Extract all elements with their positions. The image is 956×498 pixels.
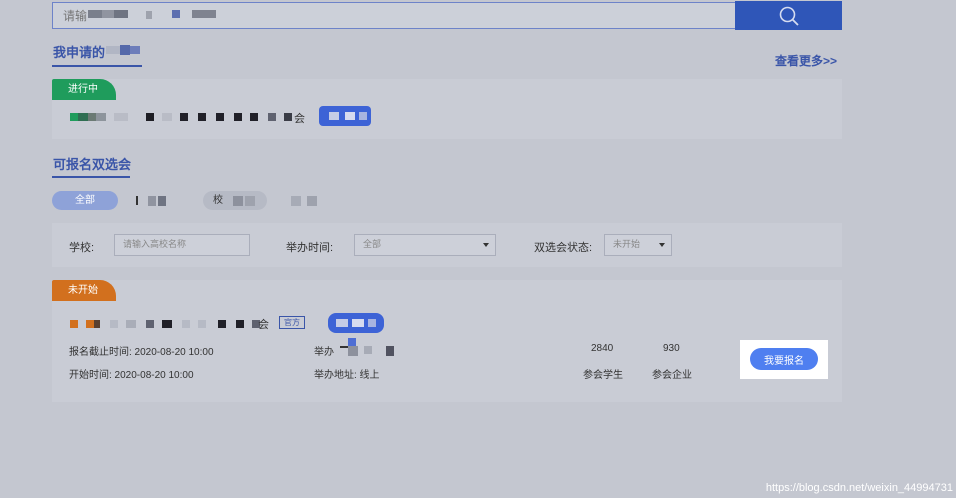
school-filter-label: 学校: bbox=[69, 242, 95, 254]
search-button[interactable] bbox=[735, 1, 842, 30]
organizer-label: 举办 bbox=[314, 347, 334, 358]
filter-tab-3-label: 校 bbox=[213, 195, 223, 206]
status-filter-select[interactable]: 未开始 bbox=[604, 234, 672, 256]
watermark: https://blog.csdn.net/weixin_44994731 bbox=[765, 482, 953, 494]
available-fairs-title: 可报名双选会 bbox=[53, 157, 132, 172]
students-label: 参会学生 bbox=[583, 370, 623, 381]
search-mosaic bbox=[88, 10, 218, 20]
fair-status-ribbon: 未开始 bbox=[52, 280, 116, 301]
status-filter-label: 双选会状态: bbox=[534, 242, 593, 254]
view-more-link[interactable]: 查看更多>> bbox=[775, 52, 837, 69]
fair-address: 举办地址: 线上 bbox=[314, 370, 380, 381]
official-tag: 官方 bbox=[279, 316, 305, 329]
ongoing-title-suffix: 会 bbox=[294, 113, 305, 125]
time-filter-value: 全部 bbox=[363, 239, 382, 249]
apply-button[interactable]: 我要报名 bbox=[750, 348, 818, 370]
fair-card[interactable]: 未开始 会 官方 报名截止时间: 2020-08-20 10:00 开始时间: … bbox=[52, 280, 842, 402]
ongoing-status-ribbon: 进行中 bbox=[52, 79, 116, 100]
my-applied-title: 我申请的 bbox=[53, 45, 106, 60]
fair-title-suffix: 会 bbox=[258, 319, 269, 331]
time-filter-label: 举办时间: bbox=[286, 242, 334, 254]
students-count: 2840 bbox=[591, 343, 614, 354]
ongoing-title-mosaic bbox=[70, 113, 306, 123]
fair-blue-badge bbox=[328, 313, 384, 333]
time-filter-select[interactable]: 全部 bbox=[354, 234, 496, 256]
available-fairs-underline bbox=[52, 176, 130, 178]
registration-deadline: 报名截止时间: 2020-08-20 10:00 bbox=[69, 347, 214, 358]
search-icon bbox=[779, 6, 799, 26]
ongoing-blue-badge bbox=[319, 106, 371, 126]
my-applied-underline bbox=[52, 65, 142, 67]
filters-panel: 学校: 请输入高校名称 举办时间: 全部 双选会状态: 未开始 bbox=[52, 223, 842, 267]
chevron-down-icon bbox=[659, 243, 665, 247]
my-applied-title-mosaic bbox=[106, 44, 142, 56]
companies-label: 参会企业 bbox=[652, 370, 692, 381]
companies-count: 930 bbox=[663, 343, 680, 354]
status-filter-value: 未开始 bbox=[613, 239, 641, 249]
fair-title-mosaic bbox=[70, 320, 276, 330]
filter-tab-all[interactable]: 全部 bbox=[52, 191, 118, 210]
school-filter-input[interactable]: 请输入高校名称 bbox=[114, 234, 250, 256]
organizer-mosaic bbox=[336, 338, 400, 358]
ongoing-fair-card[interactable]: 进行中 会 bbox=[52, 79, 842, 139]
chevron-down-icon bbox=[483, 243, 489, 247]
start-time: 开始时间: 2020-08-20 10:00 bbox=[69, 370, 194, 381]
filter-tab-3[interactable]: 校 bbox=[203, 191, 267, 210]
